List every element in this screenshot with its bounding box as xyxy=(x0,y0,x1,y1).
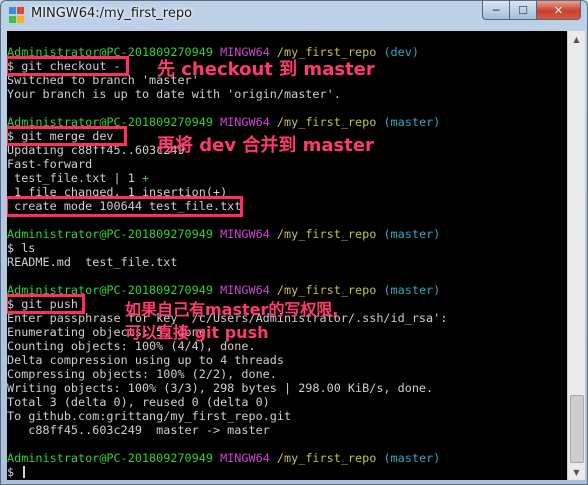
push-highlight-box xyxy=(7,294,85,314)
scroll-up-arrow[interactable]: ▲ xyxy=(568,31,585,47)
output-line: Compressing objects: 100% (2/2), done. xyxy=(7,367,277,381)
minimize-button[interactable]: ─ xyxy=(482,1,509,20)
prompt-env: MINGW64 xyxy=(220,227,270,241)
prompt-line: Administrator@PC-201809270949 MINGW64 /m… xyxy=(7,227,440,241)
merge-highlight-box xyxy=(7,126,127,146)
prompt-path: /my_first_repo xyxy=(276,283,377,297)
scroll-thumb[interactable] xyxy=(570,395,584,463)
text-cursor xyxy=(23,466,26,478)
output-line: To github.com:grittang/my_first_repo.git xyxy=(7,409,292,423)
diffstat-text: test_file.txt | 1 xyxy=(7,171,142,185)
insertion-plus: + xyxy=(141,171,150,185)
prompt-line: Administrator@PC-201809270949 MINGW64 /m… xyxy=(7,451,440,465)
mingw-app-icon[interactable] xyxy=(9,7,25,23)
create-mode-highlight-box xyxy=(7,196,243,217)
push-annotation-line2: 可以直接 git push xyxy=(125,323,269,342)
merge-annotation: 再将 dev 合并到 master xyxy=(157,135,374,156)
checkout-annotation: 先 checkout 到 master xyxy=(157,59,375,80)
title-bar[interactable]: MINGW64:/my_first_repo ─ ☐ ✕ xyxy=(1,1,587,31)
vertical-scrollbar[interactable]: ▲ ▼ xyxy=(567,31,585,480)
prompt-branch: (master) xyxy=(383,283,441,297)
terminal-window: MINGW64:/my_first_repo ─ ☐ ✕ Administrat… xyxy=(0,0,588,485)
command-line: $ ls xyxy=(7,241,36,255)
output-line: c88ff45..603c249 master -> master xyxy=(7,423,270,437)
prompt-path: /my_first_repo xyxy=(276,451,377,465)
close-button[interactable]: ✕ xyxy=(536,1,581,20)
output-line: test_file.txt | 1 + xyxy=(7,171,149,185)
prompt-path: /my_first_repo xyxy=(276,115,377,129)
prompt-env: MINGW64 xyxy=(220,115,270,129)
prompt-branch: (master) xyxy=(383,227,441,241)
window-title: MINGW64:/my_first_repo xyxy=(31,6,193,21)
output-line: Fast-forward xyxy=(7,157,93,171)
scroll-down-arrow[interactable]: ▼ xyxy=(568,464,585,480)
prompt-branch: (dev) xyxy=(383,45,419,59)
output-line: Delta compression using up to 4 threads xyxy=(7,353,284,367)
prompt-user: Administrator@PC-201809270949 xyxy=(7,451,213,465)
prompt-env: MINGW64 xyxy=(220,283,270,297)
prompt-path: /my_first_repo xyxy=(276,227,377,241)
current-command-line[interactable]: $ xyxy=(7,465,26,479)
terminal-output[interactable]: Administrator@PC-201809270949 MINGW64 /m… xyxy=(7,31,567,480)
prompt-branch: (master) xyxy=(383,115,441,129)
output-line: README.md test_file.txt xyxy=(7,255,178,269)
prompt-symbol: $ xyxy=(7,465,22,479)
window-controls: ─ ☐ ✕ xyxy=(482,1,581,21)
push-annotation-line1: 如果自己有master的写权限, xyxy=(125,300,339,319)
maximize-button[interactable]: ☐ xyxy=(509,1,536,20)
checkout-highlight-box xyxy=(7,56,129,76)
output-line: Total 3 (delta 0), reused 0 (delta 0) xyxy=(7,395,270,409)
prompt-user: Administrator@PC-201809270949 xyxy=(7,227,213,241)
prompt-branch: (master) xyxy=(383,451,441,465)
output-line: Your branch is up to date with 'origin/m… xyxy=(7,87,341,101)
prompt-env: MINGW64 xyxy=(220,451,270,465)
output-line: Writing objects: 100% (3/3), 298 bytes |… xyxy=(7,381,434,395)
